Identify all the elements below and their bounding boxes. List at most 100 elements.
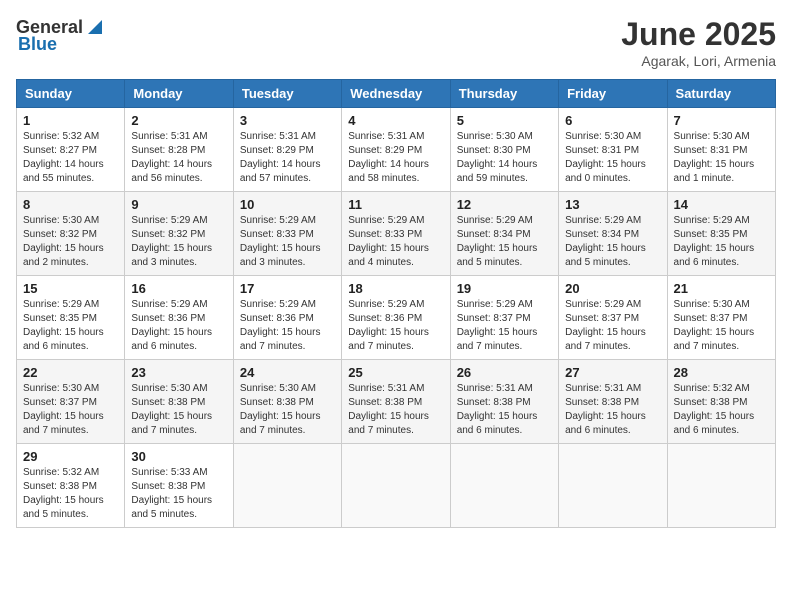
day-number: 22 (23, 365, 118, 380)
day-info: Sunrise: 5:29 AMSunset: 8:36 PMDaylight:… (240, 298, 335, 354)
day-info: Sunrise: 5:30 AMSunset: 8:32 PMDaylight:… (23, 214, 118, 270)
calendar-cell: 23 Sunrise: 5:30 AMSunset: 8:38 PMDayligh… (125, 360, 233, 444)
location-title: Agarak, Lori, Armenia (621, 53, 776, 69)
day-number: 15 (23, 281, 118, 296)
calendar-cell (342, 444, 450, 528)
day-info: Sunrise: 5:30 AMSunset: 8:38 PMDaylight:… (240, 382, 335, 438)
day-info: Sunrise: 5:30 AMSunset: 8:31 PMDaylight:… (674, 130, 769, 186)
day-number: 5 (457, 113, 552, 128)
day-info: Sunrise: 5:32 AMSunset: 8:27 PMDaylight:… (23, 130, 118, 186)
day-number: 11 (348, 197, 443, 212)
day-info: Sunrise: 5:29 AMSunset: 8:37 PMDaylight:… (457, 298, 552, 354)
day-info: Sunrise: 5:32 AMSunset: 8:38 PMDaylight:… (23, 466, 118, 522)
calendar-cell: 29 Sunrise: 5:32 AMSunset: 8:38 PMDayligh… (17, 444, 125, 528)
calendar-cell: 20Sunrise: 5:29 AMSunset: 8:37 PMDayligh… (559, 276, 667, 360)
day-number: 13 (565, 197, 660, 212)
calendar-cell: 11 Sunrise: 5:29 AMSunset: 8:33 PMDayligh… (342, 192, 450, 276)
calendar-cell (559, 444, 667, 528)
day-number: 24 (240, 365, 335, 380)
calendar-cell: 13 Sunrise: 5:29 AMSunset: 8:34 PMDayligh… (559, 192, 667, 276)
calendar-table: SundayMondayTuesdayWednesdayThursdayFrid… (16, 79, 776, 528)
day-number: 17 (240, 281, 335, 296)
day-number: 3 (240, 113, 335, 128)
weekday-header-tuesday: Tuesday (233, 80, 341, 108)
day-info: Sunrise: 5:29 AMSunset: 8:33 PMDaylight:… (348, 214, 443, 270)
day-number: 14 (674, 197, 769, 212)
day-info: Sunrise: 5:30 AMSunset: 8:31 PMDaylight:… (565, 130, 660, 186)
day-info: Sunrise: 5:29 AMSunset: 8:33 PMDaylight:… (240, 214, 335, 270)
day-info: Sunrise: 5:29 AMSunset: 8:36 PMDaylight:… (348, 298, 443, 354)
calendar-cell: 21 Sunrise: 5:30 AMSunset: 8:37 PMDayligh… (667, 276, 775, 360)
calendar-cell: 22Sunrise: 5:30 AMSunset: 8:37 PMDayligh… (17, 360, 125, 444)
day-info: Sunrise: 5:29 AMSunset: 8:36 PMDaylight:… (131, 298, 226, 354)
calendar-cell (450, 444, 558, 528)
day-number: 10 (240, 197, 335, 212)
calendar-cell: 18 Sunrise: 5:29 AMSunset: 8:36 PMDayligh… (342, 276, 450, 360)
calendar-cell: 9Sunrise: 5:29 AMSunset: 8:32 PMDaylight… (125, 192, 233, 276)
calendar-week-row: 8 Sunrise: 5:30 AMSunset: 8:32 PMDaylight… (17, 192, 776, 276)
day-number: 8 (23, 197, 118, 212)
day-number: 30 (131, 449, 226, 464)
calendar-cell: 8 Sunrise: 5:30 AMSunset: 8:32 PMDaylight… (17, 192, 125, 276)
day-info: Sunrise: 5:31 AMSunset: 8:28 PMDaylight:… (131, 130, 226, 186)
day-number: 25 (348, 365, 443, 380)
day-number: 1 (23, 113, 118, 128)
calendar-cell: 6 Sunrise: 5:30 AMSunset: 8:31 PMDaylight… (559, 108, 667, 192)
calendar-week-row: 29 Sunrise: 5:32 AMSunset: 8:38 PMDayligh… (17, 444, 776, 528)
day-info: Sunrise: 5:29 AMSunset: 8:35 PMDaylight:… (23, 298, 118, 354)
day-info: Sunrise: 5:29 AMSunset: 8:35 PMDaylight:… (674, 214, 769, 270)
logo-icon (84, 16, 106, 38)
calendar-cell: 7Sunrise: 5:30 AMSunset: 8:31 PMDaylight… (667, 108, 775, 192)
logo: General Blue (16, 16, 107, 55)
weekday-header-monday: Monday (125, 80, 233, 108)
day-info: Sunrise: 5:29 AMSunset: 8:34 PMDaylight:… (457, 214, 552, 270)
calendar-cell: 24 Sunrise: 5:30 AMSunset: 8:38 PMDayligh… (233, 360, 341, 444)
calendar-cell: 16Sunrise: 5:29 AMSunset: 8:36 PMDayligh… (125, 276, 233, 360)
day-number: 21 (674, 281, 769, 296)
logo-blue-text: Blue (16, 34, 57, 55)
day-info: Sunrise: 5:31 AMSunset: 8:38 PMDaylight:… (565, 382, 660, 438)
day-info: Sunrise: 5:31 AMSunset: 8:29 PMDaylight:… (348, 130, 443, 186)
day-number: 6 (565, 113, 660, 128)
calendar-cell: 14 Sunrise: 5:29 AMSunset: 8:35 PMDayligh… (667, 192, 775, 276)
calendar-week-row: 1 Sunrise: 5:32 AMSunset: 8:27 PMDaylight… (17, 108, 776, 192)
day-info: Sunrise: 5:29 AMSunset: 8:34 PMDaylight:… (565, 214, 660, 270)
day-info: Sunrise: 5:31 AMSunset: 8:38 PMDaylight:… (457, 382, 552, 438)
calendar-cell: 10 Sunrise: 5:29 AMSunset: 8:33 PMDayligh… (233, 192, 341, 276)
day-number: 18 (348, 281, 443, 296)
calendar-cell (667, 444, 775, 528)
day-info: Sunrise: 5:30 AMSunset: 8:37 PMDaylight:… (674, 298, 769, 354)
page-header: General Blue June 2025 Agarak, Lori, Arm… (16, 16, 776, 69)
day-info: Sunrise: 5:30 AMSunset: 8:38 PMDaylight:… (131, 382, 226, 438)
day-number: 2 (131, 113, 226, 128)
calendar-cell: 26 Sunrise: 5:31 AMSunset: 8:38 PMDayligh… (450, 360, 558, 444)
day-info: Sunrise: 5:30 AMSunset: 8:30 PMDaylight:… (457, 130, 552, 186)
calendar-week-row: 22Sunrise: 5:30 AMSunset: 8:37 PMDayligh… (17, 360, 776, 444)
day-number: 4 (348, 113, 443, 128)
calendar-cell: 27 Sunrise: 5:31 AMSunset: 8:38 PMDayligh… (559, 360, 667, 444)
day-number: 29 (23, 449, 118, 464)
weekday-header-friday: Friday (559, 80, 667, 108)
calendar-cell: 15 Sunrise: 5:29 AMSunset: 8:35 PMDayligh… (17, 276, 125, 360)
calendar-cell: 19Sunrise: 5:29 AMSunset: 8:37 PMDayligh… (450, 276, 558, 360)
day-number: 26 (457, 365, 552, 380)
calendar-cell: 28Sunrise: 5:32 AMSunset: 8:38 PMDayligh… (667, 360, 775, 444)
day-info: Sunrise: 5:31 AMSunset: 8:29 PMDaylight:… (240, 130, 335, 186)
weekday-header-saturday: Saturday (667, 80, 775, 108)
calendar-week-row: 15 Sunrise: 5:29 AMSunset: 8:35 PMDayligh… (17, 276, 776, 360)
weekday-header-thursday: Thursday (450, 80, 558, 108)
day-info: Sunrise: 5:29 AMSunset: 8:37 PMDaylight:… (565, 298, 660, 354)
day-number: 23 (131, 365, 226, 380)
weekday-header-row: SundayMondayTuesdayWednesdayThursdayFrid… (17, 80, 776, 108)
weekday-header-wednesday: Wednesday (342, 80, 450, 108)
calendar-cell: 5 Sunrise: 5:30 AMSunset: 8:30 PMDaylight… (450, 108, 558, 192)
day-number: 12 (457, 197, 552, 212)
calendar-cell: 17 Sunrise: 5:29 AMSunset: 8:36 PMDayligh… (233, 276, 341, 360)
calendar-cell: 4 Sunrise: 5:31 AMSunset: 8:29 PMDaylight… (342, 108, 450, 192)
calendar-cell: 3 Sunrise: 5:31 AMSunset: 8:29 PMDaylight… (233, 108, 341, 192)
day-info: Sunrise: 5:33 AMSunset: 8:38 PMDaylight:… (131, 466, 226, 522)
calendar-cell: 12 Sunrise: 5:29 AMSunset: 8:34 PMDayligh… (450, 192, 558, 276)
day-info: Sunrise: 5:31 AMSunset: 8:38 PMDaylight:… (348, 382, 443, 438)
calendar-cell (233, 444, 341, 528)
day-number: 27 (565, 365, 660, 380)
